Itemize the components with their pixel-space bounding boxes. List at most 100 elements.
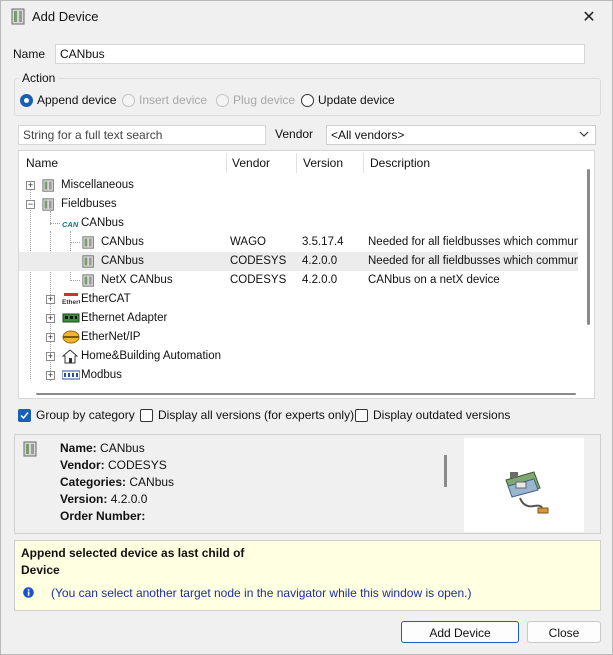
tree-row[interactable]: CANbus WAGO 3.5.17.4 Needed for all fieldbu… bbox=[19, 233, 578, 252]
info-version: Version: 4.2.0.0 bbox=[60, 492, 148, 506]
expand-icon[interactable]: + bbox=[46, 295, 55, 304]
add-device-button[interactable]: Add Device bbox=[401, 621, 519, 643]
checkbox-label: Display outdated versions bbox=[373, 408, 511, 422]
vertical-scrollbar[interactable] bbox=[587, 169, 590, 325]
column-divider[interactable] bbox=[363, 153, 364, 173]
name-field[interactable] bbox=[55, 44, 585, 64]
vendor-select[interactable]: <All vendors> bbox=[326, 125, 596, 145]
expand-icon[interactable]: + bbox=[46, 333, 55, 342]
info-vendor: Vendor: CODESYS bbox=[60, 458, 167, 472]
tree-cell-version: 4.2.0.0 bbox=[302, 274, 338, 286]
tree-cell-name: EtherNet/IP bbox=[81, 331, 141, 343]
column-header-description[interactable]: Description bbox=[370, 151, 430, 175]
modbus-icon bbox=[61, 368, 81, 383]
radio-label: Insert device bbox=[139, 93, 208, 107]
tree-cell-version: 3.5.17.4 bbox=[302, 236, 344, 248]
group-by-category-checkbox[interactable]: Group by category bbox=[18, 408, 135, 422]
column-divider[interactable] bbox=[296, 153, 297, 173]
close-icon[interactable]: ✕ bbox=[566, 1, 612, 33]
tree-cell-name: Fieldbuses bbox=[61, 198, 117, 210]
info-name: Name: CANbus bbox=[60, 441, 145, 455]
tree-cell-version: 4.2.0.0 bbox=[302, 255, 338, 267]
radio-dot bbox=[301, 93, 314, 107]
radio-update-device[interactable]: Update device bbox=[301, 93, 395, 107]
check-icon bbox=[20, 411, 29, 419]
display-all-versions-checkbox[interactable]: Display all versions (for experts only) bbox=[140, 408, 354, 422]
checkbox-label: Group by category bbox=[36, 408, 135, 422]
info-icon bbox=[23, 587, 34, 598]
search-input[interactable] bbox=[18, 125, 266, 145]
tree-cell-vendor: WAGO bbox=[230, 236, 266, 248]
message-line1: Append selected device as last child of bbox=[21, 546, 245, 560]
radio-label: Append device bbox=[37, 93, 117, 107]
tree-row[interactable]: + Home&Building Automation bbox=[19, 347, 578, 366]
device-tree[interactable]: Name Vendor Version Description + Miscell… bbox=[18, 150, 595, 399]
checkbox-box bbox=[18, 408, 31, 422]
svg-text:EtherCAT: EtherCAT bbox=[62, 299, 80, 306]
column-header-vendor[interactable]: Vendor bbox=[232, 151, 270, 175]
close-button[interactable]: Close bbox=[527, 621, 601, 643]
info-order-number: Order Number: bbox=[60, 509, 146, 523]
expand-icon[interactable]: + bbox=[46, 314, 55, 323]
message-line2: Device bbox=[21, 563, 60, 577]
tree-cell-description: Needed for all fieldbusses which communi… bbox=[368, 255, 578, 267]
expand-icon[interactable]: + bbox=[26, 181, 35, 190]
tree-cell-name: CANbus bbox=[101, 236, 144, 248]
tree-row[interactable]: + EtherCATEtherCAT bbox=[19, 290, 578, 309]
title-bar: Add Device ✕ bbox=[1, 1, 612, 33]
expand-icon[interactable]: + bbox=[46, 371, 55, 380]
tree-row[interactable]: + Miscellaneous bbox=[19, 176, 578, 195]
window-title: Add Device bbox=[32, 9, 99, 24]
column-header-version[interactable]: Version bbox=[303, 151, 343, 175]
add-device-dialog: Add Device ✕ Name Action Append device I… bbox=[0, 0, 613, 655]
svg-text:CAN: CAN bbox=[62, 220, 79, 229]
device-info-panel: Name: CANbus Vendor: CODESYS Categories:… bbox=[14, 434, 601, 534]
target-message-panel: Append selected device as last child of … bbox=[14, 540, 601, 611]
chevron-down-icon bbox=[579, 131, 589, 137]
tree-cell-vendor: CODESYS bbox=[230, 274, 287, 286]
radio-dot bbox=[216, 93, 229, 107]
checkbox-box bbox=[355, 408, 368, 422]
ethercat-logo-icon: EtherCAT bbox=[62, 292, 92, 307]
radio-insert-device[interactable]: Insert device bbox=[122, 93, 207, 107]
network-card-icon bbox=[505, 471, 549, 514]
horizontal-scrollbar[interactable] bbox=[36, 393, 576, 395]
tree-row[interactable]: + Ethernet Adapter bbox=[19, 309, 578, 328]
radio-label: Plug device bbox=[233, 93, 296, 107]
device-icon bbox=[11, 8, 25, 25]
column-header-name[interactable]: Name bbox=[26, 151, 58, 175]
ethernet-adapter-icon bbox=[62, 311, 80, 326]
tree-cell-name: Home&Building Automation bbox=[81, 350, 221, 362]
tree-cell-name: Miscellaneous bbox=[61, 179, 134, 191]
radio-dot bbox=[122, 93, 135, 107]
device-icon bbox=[23, 441, 37, 457]
action-legend: Action bbox=[19, 71, 59, 85]
tree-cell-vendor: CODESYS bbox=[230, 255, 287, 267]
tree-row[interactable]: CANbus CODESYS 4.2.0.0 Needed for all field… bbox=[19, 252, 578, 271]
device-icon bbox=[82, 273, 98, 288]
radio-append-device[interactable]: Append device bbox=[20, 93, 116, 107]
tree-cell-name: Modbus bbox=[81, 369, 122, 381]
tree-row[interactable]: CAN CANbus bbox=[19, 214, 578, 233]
tree-row[interactable]: − Fieldbuses bbox=[19, 195, 578, 214]
collapse-icon[interactable]: − bbox=[26, 200, 35, 209]
tree-cell-name: EtherCAT bbox=[81, 293, 131, 305]
tree-cell-description: Needed for all fieldbusses which communi… bbox=[368, 236, 578, 248]
checkbox-label: Display all versions (for experts only) bbox=[158, 408, 355, 422]
info-scrollbar[interactable] bbox=[444, 455, 447, 487]
tree-row[interactable]: + Modbus bbox=[19, 366, 578, 385]
radio-plug-device[interactable]: Plug device bbox=[216, 93, 295, 107]
display-outdated-versions-checkbox[interactable]: Display outdated versions bbox=[355, 408, 510, 422]
device-icon bbox=[42, 197, 58, 212]
expand-icon[interactable]: + bbox=[46, 352, 55, 361]
tree-row[interactable]: + EtherNet/IP bbox=[19, 328, 578, 347]
vendor-label: Vendor bbox=[275, 127, 314, 141]
column-divider[interactable] bbox=[226, 153, 227, 173]
tree-row[interactable]: NetX CANbus CODESYS 4.2.0.0 CANbus on a net… bbox=[19, 271, 578, 290]
tree-header: Name Vendor Version Description bbox=[19, 151, 594, 175]
vendor-select-value: <All vendors> bbox=[331, 128, 405, 142]
message-hint: (You can select another target node in t… bbox=[51, 586, 472, 600]
tree-cell-description: CANbus on a netX device bbox=[368, 274, 500, 286]
radio-dot bbox=[20, 93, 33, 107]
tree-cell-name: Ethernet Adapter bbox=[81, 312, 168, 324]
